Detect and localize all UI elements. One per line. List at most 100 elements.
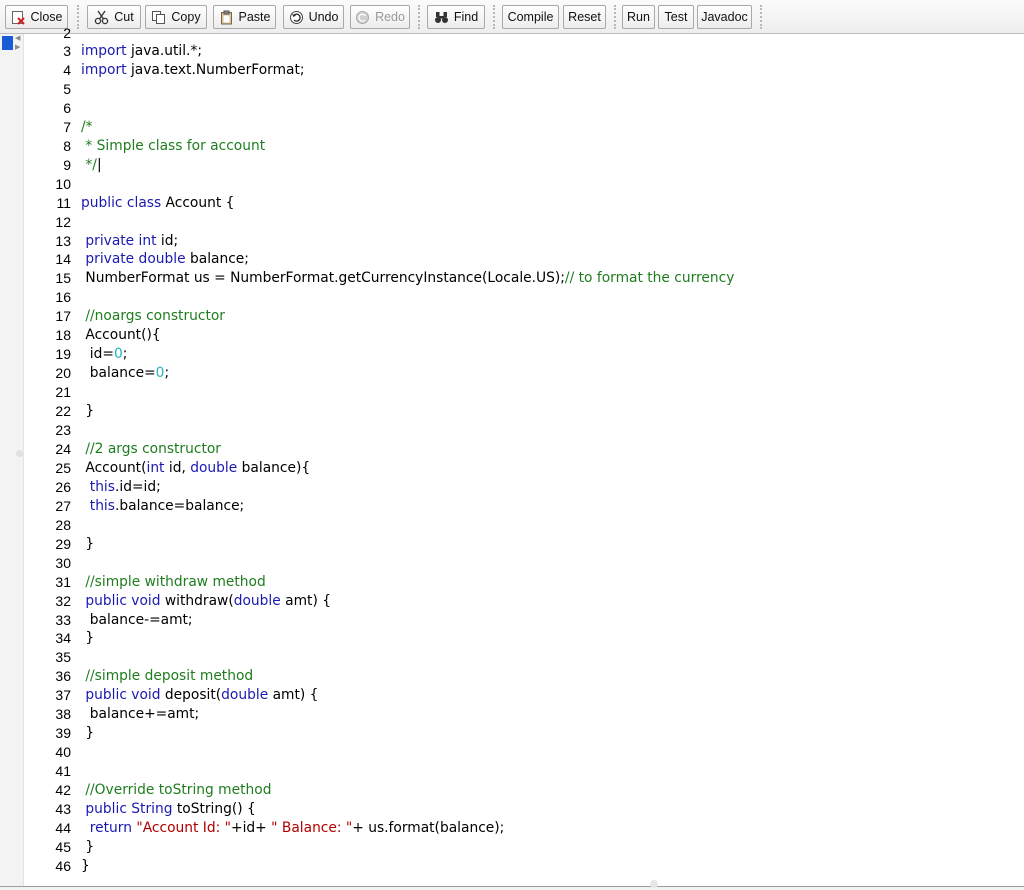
line-number: 18	[55, 327, 71, 343]
line-number: 30	[55, 555, 71, 571]
code-line[interactable]: //Override toString method	[81, 781, 271, 800]
code-line[interactable]: //simple deposit method	[81, 667, 253, 686]
binoculars-icon	[434, 10, 449, 25]
line-number: 22	[55, 403, 71, 419]
line-number: 10	[55, 176, 71, 192]
code-token: //simple deposit method	[85, 668, 254, 684]
line-number: 42	[55, 782, 71, 798]
code-token: double	[233, 593, 281, 609]
code-line[interactable]: this.balance=balance;	[81, 497, 244, 516]
code-line[interactable]: this.id=id;	[81, 478, 161, 497]
code-line[interactable]: //noargs constructor	[81, 307, 225, 326]
code-token: private int	[85, 233, 157, 249]
code-token: }	[81, 858, 90, 874]
paste-label: Paste	[238, 10, 271, 24]
code-token: balance+=amt;	[81, 706, 200, 722]
code-token: * Simple class for account	[81, 138, 266, 154]
code-line[interactable]: balance-=amt;	[81, 611, 193, 630]
undo-button[interactable]: Undo	[283, 5, 344, 29]
code-line[interactable]: public class Account {	[81, 194, 234, 213]
line-number: 27	[55, 498, 71, 514]
breakpoint-gutter[interactable]: ◀ ▶	[0, 34, 24, 888]
test-button[interactable]: Test	[658, 5, 694, 29]
code-token: NumberFormat us = NumberFormat.getCurren…	[81, 270, 565, 286]
scroll-right-arrow-icon[interactable]: ▶	[15, 43, 20, 51]
find-label: Find	[453, 10, 479, 24]
code-line[interactable]: }	[81, 535, 94, 554]
line-number: 13	[55, 233, 71, 249]
line-number: 15	[55, 270, 71, 286]
code-token: "Account Id: "	[136, 820, 232, 836]
code-line[interactable]: }	[81, 402, 94, 421]
scroll-position-indicator	[650, 880, 658, 888]
find-button[interactable]: Find	[427, 5, 485, 29]
code-token: id=	[81, 346, 114, 362]
code-token: this	[89, 479, 115, 495]
code-line[interactable]: * Simple class for account	[81, 137, 265, 156]
code-line[interactable]: Account(int id, double balance){	[81, 459, 310, 478]
code-token: java.text.NumberFormat;	[126, 62, 305, 78]
line-number: 25	[55, 460, 71, 476]
code-line[interactable]: return "Account Id: "+id+ " Balance: "+ …	[81, 819, 505, 838]
redo-button[interactable]: Redo	[350, 5, 410, 29]
code-line[interactable]: Account(){	[81, 326, 160, 345]
line-number: 20	[55, 365, 71, 381]
run-label: Run	[627, 10, 650, 24]
code-token: .balance=balance;	[114, 498, 245, 514]
code-line[interactable]: }	[81, 629, 94, 648]
line-number: 34	[55, 630, 71, 646]
code-editor[interactable]: ◀ ▶ 2 3 import java.util.*; 4 import java.t…	[0, 25, 1024, 890]
code-line[interactable]: import java.text.NumberFormat;	[81, 61, 305, 80]
code-line[interactable]: private int id;	[81, 232, 178, 251]
reset-button[interactable]: Reset	[563, 5, 606, 29]
scroll-up-arrow-icon[interactable]: ◀	[15, 34, 20, 42]
code-line[interactable]: }	[81, 724, 94, 743]
code-line[interactable]: balance=0;	[81, 364, 169, 383]
line-number: 37	[55, 687, 71, 703]
code-line[interactable]: public void deposit(double amt) {	[81, 686, 318, 705]
code-line[interactable]: public void withdraw(double amt) {	[81, 592, 331, 611]
code-token: }	[81, 536, 95, 552]
code-line[interactable]: import java.util.*;	[81, 42, 202, 61]
line-number: 29	[55, 536, 71, 552]
code-token: double	[190, 460, 238, 476]
compile-button[interactable]: Compile	[502, 5, 559, 29]
code-line[interactable]: //2 args constructor	[81, 440, 221, 459]
code-line[interactable]: id=0;	[81, 345, 128, 364]
code-line[interactable]: private double balance;	[81, 250, 249, 269]
horizontal-scrollbar[interactable]	[0, 886, 1024, 890]
line-number: 6	[63, 100, 71, 116]
line-number: 41	[55, 763, 71, 779]
javadoc-button[interactable]: Javadoc	[697, 5, 752, 29]
run-button[interactable]: Run	[622, 5, 655, 29]
code-token: private double	[85, 251, 186, 267]
code-token: }	[81, 839, 95, 855]
code-line[interactable]: //simple withdraw method	[81, 573, 265, 592]
line-number: 36	[55, 668, 71, 684]
code-token: import	[81, 62, 127, 78]
paste-button[interactable]: Paste	[213, 5, 276, 29]
line-number: 44	[55, 820, 71, 836]
javadoc-label: Javadoc	[701, 10, 748, 24]
code-token: balance;	[185, 251, 249, 267]
line-number: 24	[55, 441, 71, 457]
code-token: + us.format(balance);	[352, 820, 505, 836]
code-line[interactable]: /*	[81, 118, 93, 137]
code-line[interactable]: }	[81, 838, 94, 857]
line-number: 11	[56, 195, 71, 211]
line-number: 9	[63, 157, 71, 173]
code-token: balance){	[237, 460, 311, 476]
code-token: public void	[85, 593, 161, 609]
code-token: //2 args constructor	[85, 441, 221, 457]
close-document-icon	[11, 10, 26, 25]
code-token: //noargs constructor	[85, 308, 225, 324]
code-line[interactable]: balance+=amt;	[81, 705, 199, 724]
code-line[interactable]: */|	[81, 156, 101, 175]
cut-button[interactable]: Cut	[87, 5, 141, 29]
code-line[interactable]: }	[81, 857, 90, 876]
line-number: 8	[63, 138, 71, 154]
code-line[interactable]: public String toString() {	[81, 800, 255, 819]
copy-button[interactable]: Copy	[145, 5, 207, 29]
code-line[interactable]: NumberFormat us = NumberFormat.getCurren…	[81, 269, 734, 288]
